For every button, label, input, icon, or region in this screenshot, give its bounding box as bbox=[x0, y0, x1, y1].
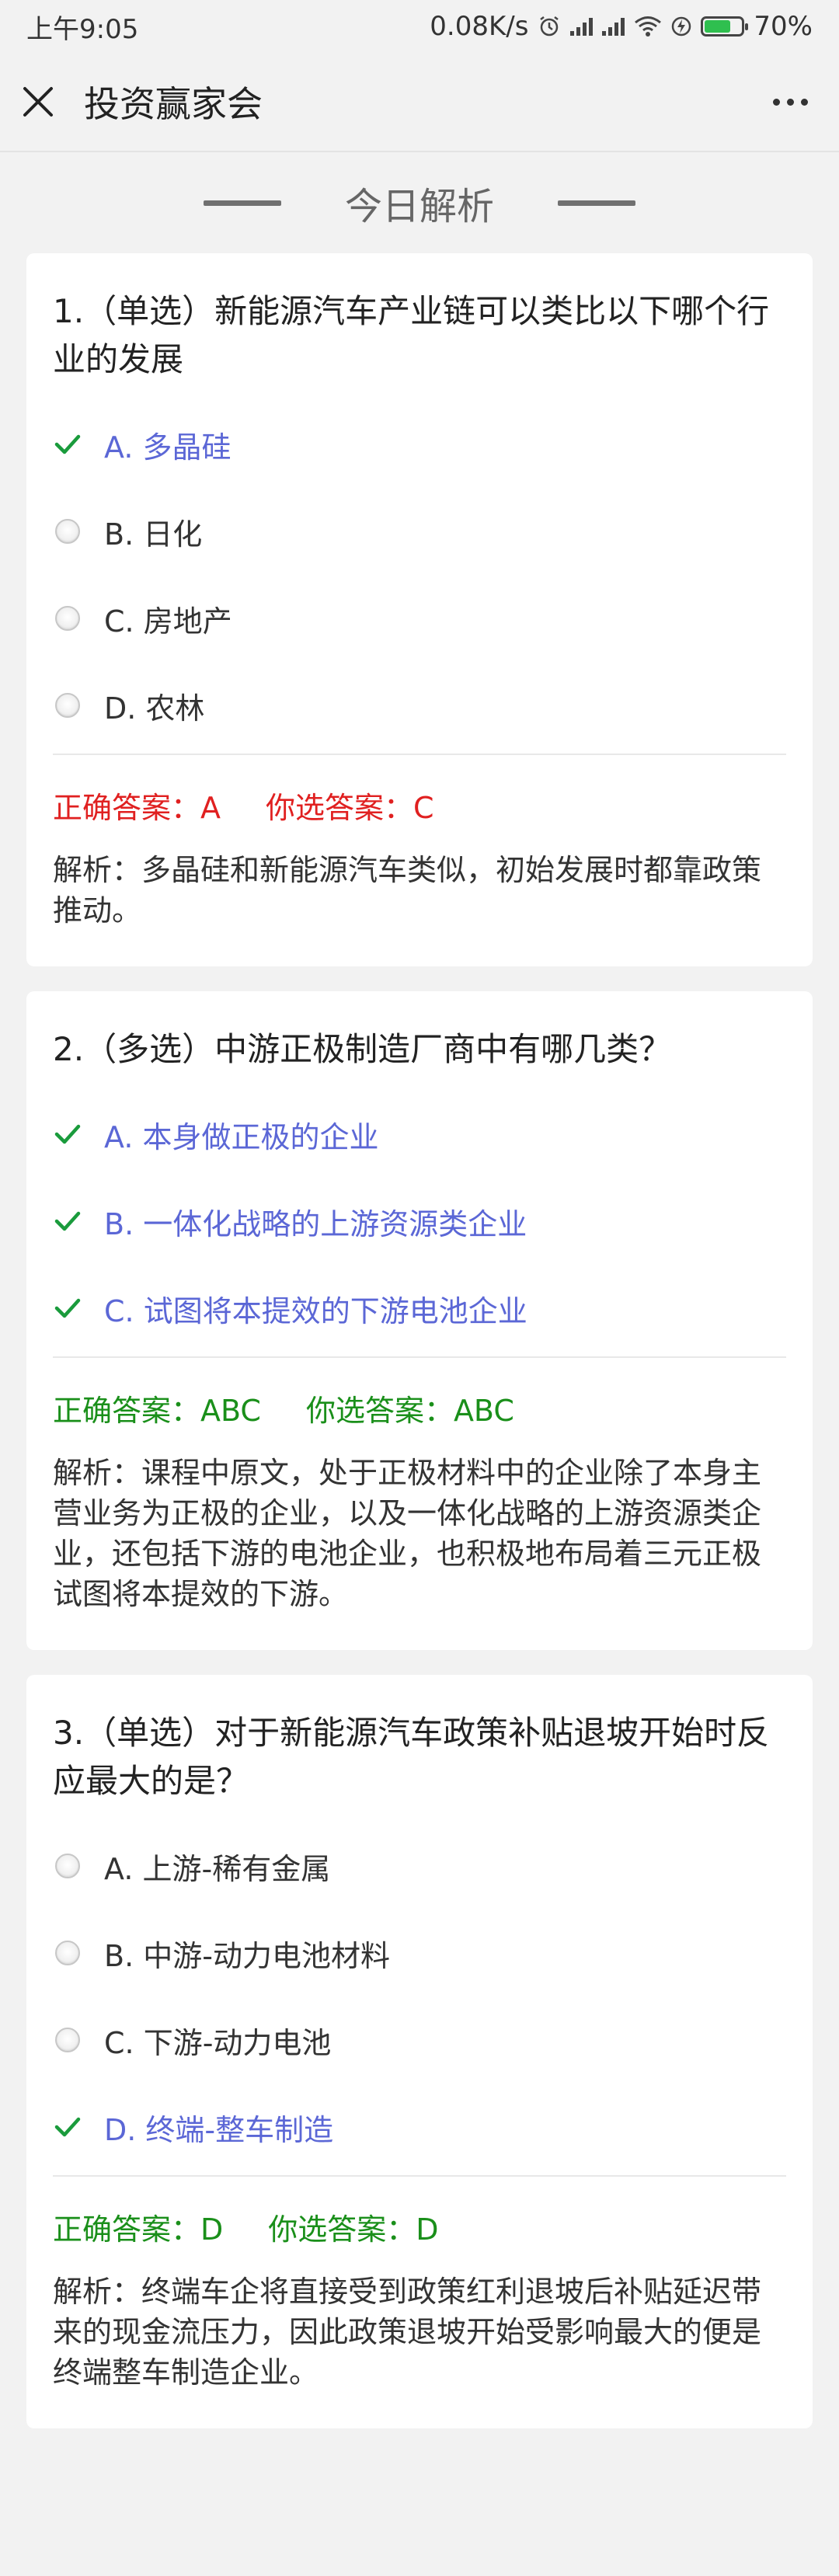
radio-icon bbox=[53, 2025, 82, 2055]
option-label: B. 中游-动力电池材料 bbox=[104, 1938, 390, 1973]
answer-option[interactable]: C. 试图将本提效的下游电池企业 bbox=[53, 1265, 786, 1352]
correct-answer: 正确答案：D bbox=[53, 2212, 224, 2247]
answer-summary: 正确答案：D 你选答案：D bbox=[53, 2198, 786, 2261]
option-label: A. 上游-稀有金属 bbox=[104, 1851, 331, 1886]
option-label: C. 下游-动力电池 bbox=[104, 2025, 332, 2060]
net-speed: 0.08K/s bbox=[430, 11, 529, 42]
radio-icon bbox=[53, 1851, 82, 1881]
your-answer: 你选答案：D bbox=[268, 2212, 439, 2247]
option-label: D. 终端-整车制造 bbox=[104, 2112, 334, 2147]
answer-option[interactable]: B. 日化 bbox=[53, 488, 786, 575]
check-icon bbox=[53, 1293, 82, 1323]
check-icon bbox=[53, 1119, 82, 1149]
answer-option[interactable]: B. 中游-动力电池材料 bbox=[53, 1909, 786, 1996]
answer-option[interactable]: B. 一体化战略的上游资源类企业 bbox=[53, 1178, 786, 1265]
option-label: B. 一体化战略的上游资源类企业 bbox=[104, 1206, 527, 1241]
your-answer: 你选答案：ABC bbox=[305, 1394, 514, 1428]
charging-icon bbox=[672, 16, 691, 37]
check-icon bbox=[53, 1206, 82, 1236]
analysis-text: 解析：多晶硅和新能源汽车类似，初始发展时都靠政策推动。 bbox=[53, 853, 762, 928]
analysis-text: 解析：课程中原文，处于正极材料中的企业除了本身主营业务为正极的企业，以及一体化战… bbox=[53, 1456, 762, 1611]
divider-right bbox=[558, 200, 635, 206]
question-title: 1.（单选）新能源汽车产业链可以类比以下哪个行业的发展 bbox=[53, 292, 770, 378]
answer-option[interactable]: A. 多晶硅 bbox=[53, 401, 786, 488]
option-label: C. 房地产 bbox=[104, 604, 232, 639]
close-icon[interactable] bbox=[20, 84, 56, 120]
status-bar: 上午9:05 0.08K/s 70% bbox=[0, 0, 839, 53]
nav-bar: 投资赢家会 bbox=[0, 53, 839, 152]
nav-title: 投资赢家会 bbox=[84, 83, 263, 125]
option-label: D. 农林 bbox=[104, 691, 205, 726]
question-list: 1.（单选）新能源汽车产业链可以类比以下哪个行业的发展 A. 多晶硅 B. 日化 C.… bbox=[0, 253, 839, 2428]
question-card: 1.（单选）新能源汽车产业链可以类比以下哪个行业的发展 A. 多晶硅 B. 日化 C.… bbox=[26, 253, 813, 966]
answer-option[interactable]: D. 农林 bbox=[53, 662, 786, 749]
section-title: 今日解析 bbox=[344, 185, 494, 228]
wifi-icon bbox=[635, 16, 662, 37]
correct-answer: 正确答案：ABC bbox=[53, 1394, 261, 1428]
radio-icon bbox=[53, 517, 82, 546]
answer-option[interactable]: D. 终端-整车制造 bbox=[53, 2083, 786, 2170]
option-label: A. 本身做正极的企业 bbox=[104, 1119, 379, 1154]
answer-option[interactable]: C. 下游-动力电池 bbox=[53, 1996, 786, 2083]
divider bbox=[53, 754, 786, 755]
answer-summary: 正确答案：A 你选答案：C bbox=[53, 777, 786, 839]
question-title: 3.（单选）对于新能源汽车政策补贴退坡开始时反应最大的是？ bbox=[53, 1714, 770, 1800]
section-header: 今日解析 bbox=[0, 152, 839, 253]
divider-left bbox=[203, 200, 281, 206]
answer-option[interactable]: C. 房地产 bbox=[53, 575, 786, 662]
radio-icon bbox=[53, 691, 82, 720]
status-time: 上午9:05 bbox=[26, 13, 139, 45]
divider bbox=[53, 1356, 786, 1358]
analysis-text: 解析：终端车企将直接受到政策红利退坡后补贴延迟带来的现金流压力，因此政策退坡开始… bbox=[53, 2275, 762, 2390]
more-icon[interactable] bbox=[773, 98, 819, 106]
check-icon bbox=[53, 2112, 82, 2142]
question-title: 2.（多选）中游正极制造厂商中有哪几类？ bbox=[53, 1030, 672, 1068]
signal-icon bbox=[602, 17, 625, 36]
question-card: 2.（多选）中游正极制造厂商中有哪几类？ A. 本身做正极的企业 B. 一体化战略的… bbox=[26, 991, 813, 1650]
answer-option[interactable]: A. 本身做正极的企业 bbox=[53, 1091, 786, 1178]
option-label: C. 试图将本提效的下游电池企业 bbox=[104, 1293, 527, 1328]
correct-answer: 正确答案：A bbox=[53, 791, 221, 825]
check-icon bbox=[53, 430, 82, 459]
radio-icon bbox=[53, 604, 82, 633]
radio-icon bbox=[53, 1938, 82, 1968]
divider bbox=[53, 2175, 786, 2177]
your-answer: 你选答案：C bbox=[266, 791, 434, 825]
status-icons: 0.08K/s 70% bbox=[430, 11, 813, 42]
battery-percent: 70% bbox=[754, 11, 813, 42]
signal-icon bbox=[570, 17, 594, 36]
answer-summary: 正确答案：ABC 你选答案：ABC bbox=[53, 1380, 786, 1442]
question-card: 3.（单选）对于新能源汽车政策补贴退坡开始时反应最大的是？ A. 上游-稀有金属 B… bbox=[26, 1675, 813, 2428]
answer-option[interactable]: A. 上游-稀有金属 bbox=[53, 1822, 786, 1909]
alarm-icon bbox=[540, 16, 559, 37]
option-label: A. 多晶硅 bbox=[104, 430, 232, 465]
battery-icon bbox=[701, 16, 749, 37]
option-label: B. 日化 bbox=[104, 517, 203, 552]
